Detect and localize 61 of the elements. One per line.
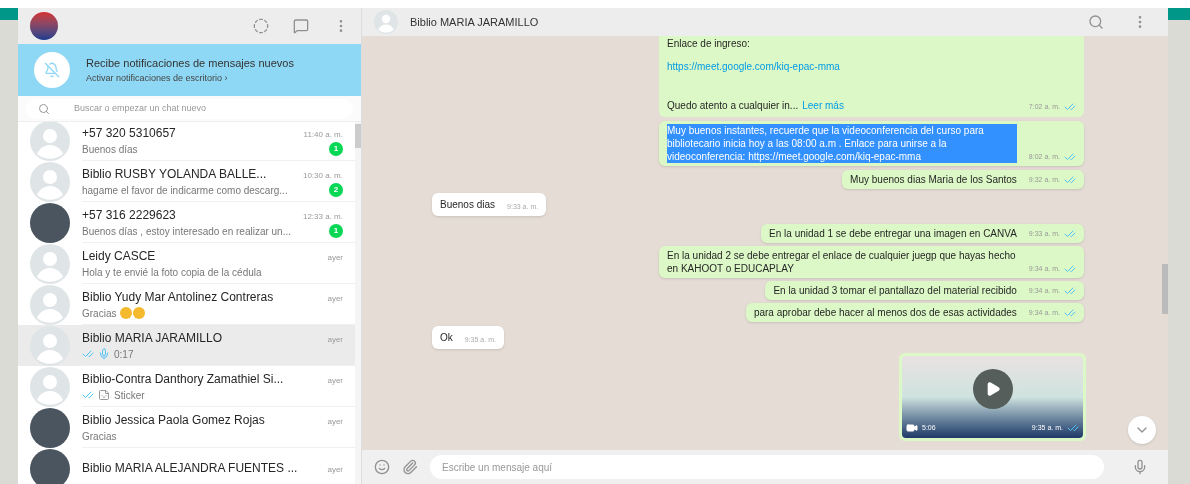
chat-preview: Buenos días , estoy interesado en realizar un... (82, 224, 291, 239)
message-text: Muy buenos dias Maria de los Santos (850, 173, 1017, 186)
unread-count: 1 (329, 142, 343, 156)
avatar-icon (374, 10, 398, 34)
message-text: En la unidad 3 tomar el pantallazo del material recibido (773, 284, 1017, 297)
chat-preview: Gracias (82, 306, 117, 321)
chat-name: +57 320 5310657 (82, 124, 176, 142)
chat-name: Biblio MARIA ALEJANDRA FUENTES ... (82, 460, 298, 477)
chat-time: ayer (327, 292, 343, 305)
chat-time: ayer (327, 251, 343, 264)
notification-title: Recibe notificaciones de mensajes nuevos (86, 56, 294, 71)
status-icon[interactable] (253, 18, 269, 34)
chat-preview: Sticker (114, 388, 145, 403)
chat-name: Biblio Jessica Paola Gomez Rojas (82, 411, 265, 429)
chat-time: 11:40 a. m. (303, 128, 343, 141)
notification-link[interactable]: Activar notificaciones de escritorio › (86, 71, 294, 85)
scroll-down-button[interactable] (1128, 416, 1156, 444)
chat-name: Biblio RUSBY YOLANDA BALLE... (82, 165, 267, 183)
chat-preview: 0:17 (114, 347, 134, 362)
microphone-icon[interactable] (1132, 459, 1148, 475)
search-placeholder: Buscar o empezar un chat nuevo (74, 101, 207, 115)
chat-time: ayer (327, 464, 343, 476)
chat-name: Biblio Yudy Mar Antolinez Contreras (82, 288, 274, 306)
profile-logo-placeholder[interactable] (30, 12, 58, 40)
chat-name: Biblio-Contra Danthory Zamathiel Si... (82, 370, 284, 388)
message-text: Buenos dias (440, 198, 496, 212)
bell-off-icon (44, 62, 60, 78)
chat-preview: hagame el favor de indicarme como descarg... (82, 183, 288, 198)
message-text: En la unidad 1 se debe entregar una imagen en CANVA (769, 227, 1017, 240)
scrollbar-thumb[interactable] (355, 124, 361, 148)
chat-name: +57 316 2229623 (82, 206, 176, 224)
video-camera-icon (906, 422, 918, 434)
search-icon (38, 102, 50, 115)
notification-banner[interactable]: Recibe notificaciones de mensajes nuevos Activar notificaciones de escritorio › (18, 44, 361, 96)
attach-icon[interactable] (402, 459, 418, 475)
message-text: Muy buenos instantes, recuerde que la videoconferencia del curso para bibliotecario inicia hoy a las 08:00 a.m . Enlace para unirse a la videoconferencia: https://meet.google.com/kiq-epac-mma (667, 124, 1017, 163)
conversation-title: Biblio MARIA JARAMILLO (410, 14, 540, 30)
chat-time: ayer (327, 415, 343, 428)
unread-count: 1 (329, 224, 343, 238)
message-text: Quedo atento a cualquier in... (667, 99, 799, 113)
chat-time: 12:33 a. m. (302, 210, 343, 223)
message-text: Enlace de ingreso: (667, 37, 750, 51)
emoji-icon[interactable] (374, 459, 390, 475)
chat-time: ayer (327, 333, 343, 346)
chat-list-item[interactable]: Biblio MARIA JARAMILLO ayer 0:17 (18, 325, 355, 366)
message-text: En la unidad 2 se debe entregar el enlace de cualquier juegp que hayas hecho en KAHOOT o EDUCAPLAY (667, 249, 1017, 275)
message-text: Ok (440, 331, 453, 345)
unread-count: 2 (329, 183, 343, 197)
new-chat-icon[interactable] (293, 18, 309, 34)
chat-name: Biblio MARIA JARAMILLO (82, 329, 223, 347)
chat-time: ayer (327, 374, 343, 387)
scrollbar-thumb[interactable] (1162, 264, 1168, 314)
message-text: para aprobar debe hacer al menos dos de esas actividades (753, 306, 1017, 319)
play-button[interactable] (972, 369, 1013, 409)
chat-name: Leidy CASCE (82, 247, 156, 265)
search-icon[interactable] (1088, 14, 1104, 30)
chat-time: 10:30 a. m. (302, 169, 343, 182)
chat-preview: Hola y te envié la foto copia de la cédula (82, 265, 262, 280)
chat-preview: Buenos días (82, 142, 138, 157)
input-placeholder: Escribe un mensaje aquí (442, 460, 553, 475)
chat-preview: Gracias (82, 429, 117, 444)
